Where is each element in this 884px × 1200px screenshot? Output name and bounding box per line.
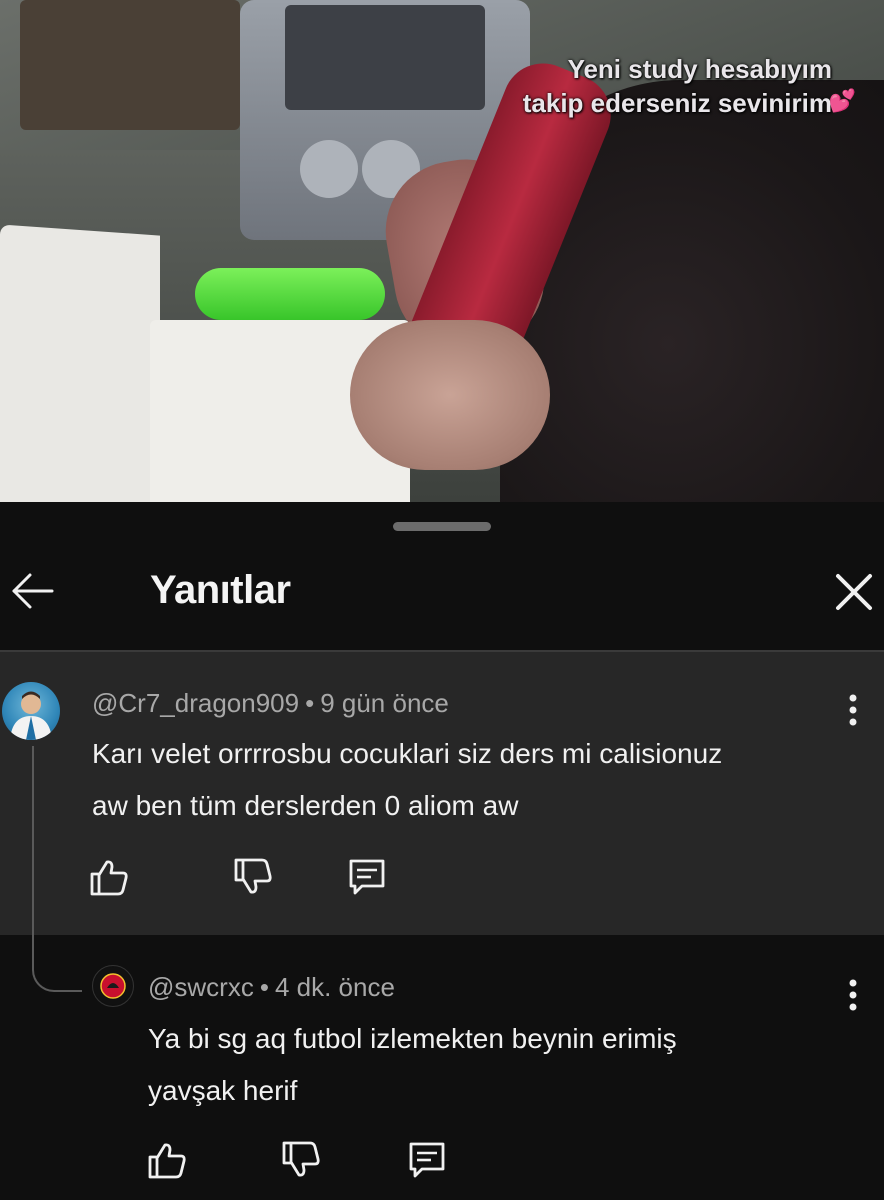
like-button[interactable] bbox=[86, 854, 132, 900]
comment-text-line: Ya bi sg aq futbol izlemekten beynin eri… bbox=[148, 1023, 677, 1054]
like-button[interactable] bbox=[144, 1137, 190, 1183]
video-player[interactable]: Yeni study hesabıyım takip ederseniz sev… bbox=[0, 0, 884, 502]
comment-meta: @swcrxc • 4 dk. önce bbox=[148, 972, 395, 1003]
thumbs-down-icon bbox=[234, 858, 272, 894]
avatar-image bbox=[10, 691, 52, 740]
comment-time: 9 gün önce bbox=[320, 688, 449, 718]
video-hand bbox=[350, 320, 550, 470]
comment-text: Ya bi sg aq futbol izlemekten beynin eri… bbox=[148, 1013, 848, 1117]
avatar-image bbox=[94, 967, 132, 1005]
comment-meta: @Cr7_dragon909 • 9 gün önce bbox=[92, 688, 449, 719]
video-notebook-page bbox=[0, 224, 160, 502]
close-icon bbox=[836, 574, 872, 610]
close-button[interactable] bbox=[826, 564, 882, 620]
arrow-left-icon bbox=[12, 573, 54, 609]
video-caption-line-1: Yeni study hesabıyım bbox=[567, 54, 832, 84]
more-vertical-icon bbox=[849, 694, 857, 726]
pink-heart-icon: 💕 bbox=[828, 88, 856, 113]
parent-comment: @Cr7_dragon909 • 9 gün önce Karı velet orr… bbox=[0, 652, 884, 935]
comment-text-line: aw ben tüm derslerden 0 aliom aw bbox=[92, 790, 519, 821]
comment-icon bbox=[409, 1142, 445, 1178]
comment-author[interactable]: @Cr7_dragon909 bbox=[92, 688, 299, 718]
more-vertical-icon bbox=[849, 979, 857, 1011]
thread-connector bbox=[32, 925, 82, 992]
replies-panel: Yanıtlar @Cr7_dragon909 • 9 gün önce Karı … bbox=[0, 502, 884, 1200]
video-device-button bbox=[300, 140, 358, 198]
profile-photo-avatar[interactable] bbox=[2, 682, 60, 740]
reply-comment: @swcrxc • 4 dk. önce Ya bi sg aq futbol iz… bbox=[0, 925, 884, 1200]
meta-separator: • bbox=[259, 972, 269, 1002]
comment-text: Karı velet orrrrosbu cocuklari siz ders … bbox=[92, 728, 852, 832]
panel-title: Yanıtlar bbox=[150, 568, 291, 612]
comment-time: 4 dk. önce bbox=[274, 972, 395, 1002]
panel-header: Yanıtlar bbox=[0, 542, 884, 650]
club-crest-avatar[interactable] bbox=[92, 965, 134, 1007]
comment-icon bbox=[349, 859, 385, 895]
reply-button[interactable] bbox=[404, 1137, 450, 1183]
meta-separator: • bbox=[305, 688, 315, 718]
thread-line bbox=[32, 746, 34, 926]
video-highlighter bbox=[195, 268, 385, 320]
video-caption-overlay: Yeni study hesabıyım takip ederseniz sev… bbox=[523, 52, 832, 120]
thumbs-up-icon bbox=[148, 1143, 186, 1179]
more-options-button[interactable] bbox=[843, 975, 863, 1015]
thumbs-up-icon bbox=[90, 860, 128, 896]
drag-handle[interactable] bbox=[393, 522, 491, 531]
comment-text-line: yavşak herif bbox=[148, 1075, 298, 1106]
video-background-object bbox=[20, 0, 240, 130]
video-device-screen bbox=[285, 5, 485, 110]
dislike-button[interactable] bbox=[278, 1137, 324, 1183]
comment-text-line: Karı velet orrrrosbu cocuklari siz ders … bbox=[92, 738, 723, 769]
reply-button[interactable] bbox=[344, 854, 390, 900]
dislike-button[interactable] bbox=[230, 854, 276, 900]
more-options-button[interactable] bbox=[843, 690, 863, 730]
video-caption-line-2: takip ederseniz sevinirim bbox=[522, 88, 832, 118]
comment-author[interactable]: @swcrxc bbox=[148, 972, 254, 1002]
back-button[interactable] bbox=[8, 566, 58, 616]
thumbs-down-icon bbox=[282, 1141, 320, 1177]
